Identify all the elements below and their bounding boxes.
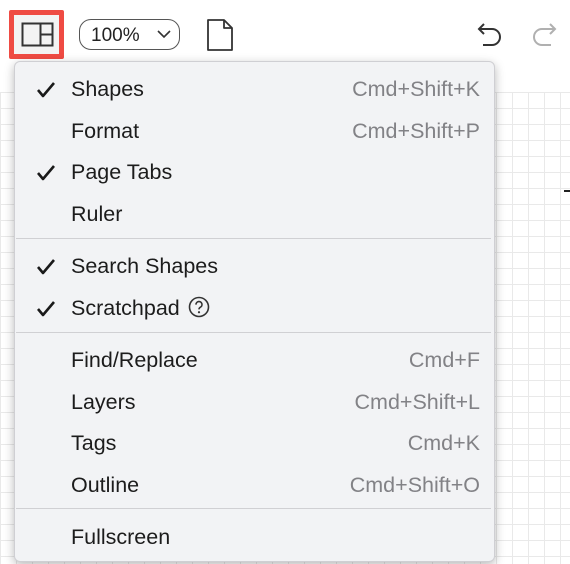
panel-button-face — [14, 15, 59, 54]
help-circle-icon[interactable] — [188, 296, 210, 318]
checkmark-icon — [37, 165, 55, 181]
checkmark-icon — [37, 301, 55, 317]
checkmark-icon — [37, 259, 55, 275]
menu-item-label: Layers — [71, 390, 136, 414]
menu-item-shortcut: Cmd+Shift+K — [352, 77, 480, 101]
chevron-down-icon — [157, 30, 171, 39]
menu-item-label: Outline — [71, 473, 140, 497]
menu-item-label: Ruler — [71, 202, 123, 226]
menu-separator — [16, 332, 491, 333]
menu-item-tags[interactable]: Tags Cmd+K — [15, 422, 494, 463]
menu-item-find-replace[interactable]: Find/Replace Cmd+F — [15, 339, 494, 380]
view-panels-menu: Shapes Cmd+Shift+K Format Cmd+Shift+P Pa… — [14, 61, 495, 562]
zoom-level: 100% — [91, 25, 140, 46]
menu-item-label: Page Tabs — [71, 160, 173, 184]
menu-item-shortcut: Cmd+F — [408, 348, 480, 372]
redo-icon[interactable] — [531, 22, 559, 48]
menu-item-page-tabs[interactable]: Page Tabs — [15, 151, 494, 192]
menu-item-shortcut: Cmd+Shift+P — [352, 119, 480, 143]
menu-separator — [16, 238, 491, 239]
menu-item-label: Find/Replace — [71, 348, 198, 372]
menu-item-layers[interactable]: Layers Cmd+Shift+L — [15, 381, 494, 422]
menu-item-outline[interactable]: Outline Cmd+Shift+O — [15, 464, 494, 505]
menu-separator — [16, 508, 491, 509]
menu-item-shortcut: Cmd+Shift+O — [349, 473, 480, 497]
menu-item-search-shapes[interactable]: Search Shapes — [15, 245, 494, 286]
page-icon[interactable] — [206, 18, 234, 52]
canvas-shape-fragment — [564, 190, 570, 192]
menu-item-label: Fullscreen — [71, 525, 171, 549]
toolbar: 100% — [0, 0, 570, 62]
menu-item-shortcut: Cmd+K — [407, 431, 480, 455]
menu-item-shortcut: Cmd+Shift+L — [354, 390, 480, 414]
menu-item-shapes[interactable]: Shapes Cmd+Shift+K — [15, 68, 494, 109]
menu-item-label: Tags — [71, 431, 117, 455]
menu-item-fullscreen[interactable]: Fullscreen — [15, 516, 494, 557]
undo-icon[interactable] — [475, 22, 503, 48]
checkmark-icon — [37, 82, 55, 98]
menu-item-ruler[interactable]: Ruler — [15, 193, 494, 234]
menu-item-label: Shapes — [71, 77, 144, 101]
zoom-dropdown[interactable]: 100% — [79, 19, 180, 50]
menu-item-label: Format — [71, 119, 140, 143]
menu-item-scratchpad[interactable]: Scratchpad — [15, 287, 494, 328]
menu-item-label-group: Scratchpad — [71, 296, 210, 321]
format-panel-toggle-button[interactable] — [9, 10, 64, 59]
menu-item-label: Scratchpad — [71, 296, 180, 320]
menu-item-format[interactable]: Format Cmd+Shift+P — [15, 110, 494, 151]
panel-layout-icon — [21, 22, 54, 47]
menu-item-label: Search Shapes — [71, 254, 219, 278]
